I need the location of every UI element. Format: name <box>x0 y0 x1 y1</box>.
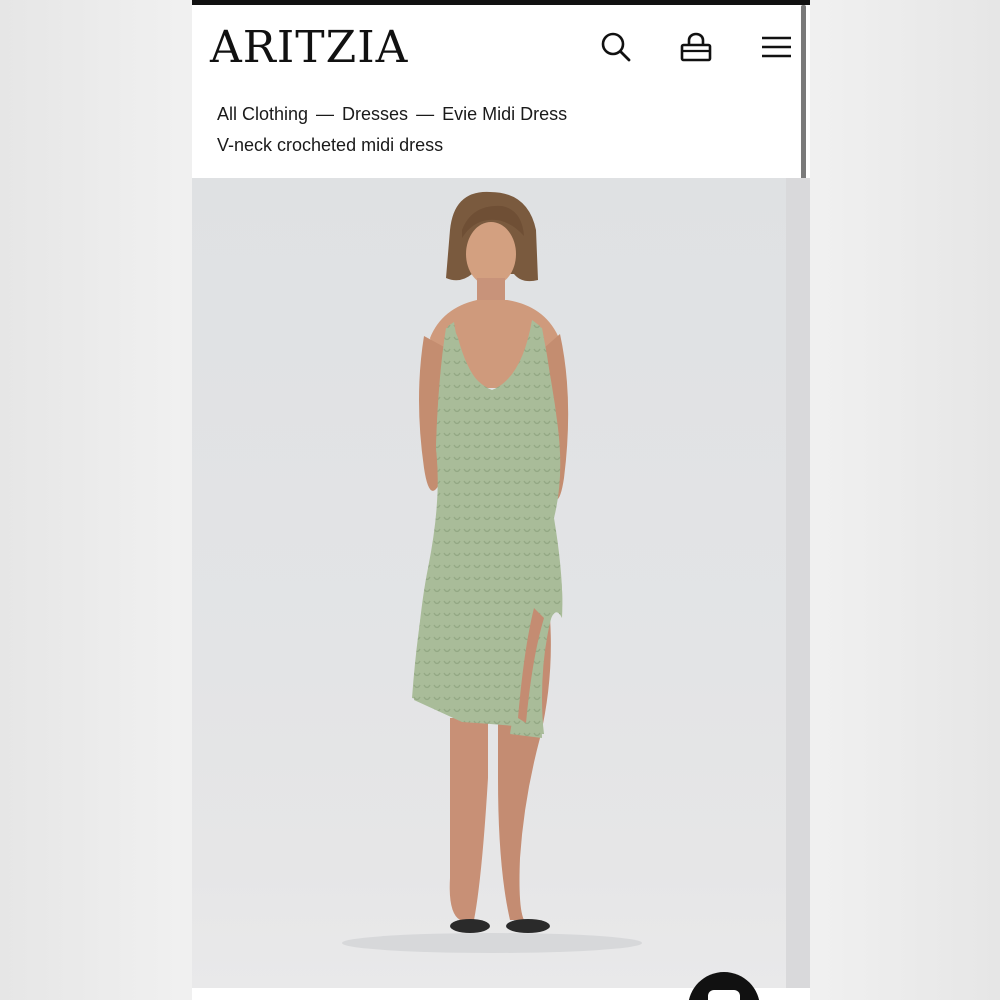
product-subtitle: V-neck crocheted midi dress <box>217 135 444 155</box>
model-photo <box>342 191 642 953</box>
breadcrumb-item-all-clothing[interactable]: All Clothing <box>217 104 308 125</box>
next-image-peek[interactable] <box>786 178 810 988</box>
mobile-viewport: ARITZIA All Clothing — Dresses — Evie Midi D… <box>192 0 810 1000</box>
hamburger-menu-icon <box>762 36 791 58</box>
breadcrumb-item-dresses[interactable]: Dresses <box>342 104 408 125</box>
breadcrumb-item-current: Evie Midi Dress <box>442 104 568 124</box>
breadcrumb: All Clothing — Dresses — Evie Midi Dress <box>217 104 567 125</box>
menu-button[interactable] <box>757 27 797 67</box>
chat-bubble-icon <box>708 990 740 1000</box>
breadcrumb-separator: — <box>316 104 335 124</box>
breadcrumb-separator: — <box>416 104 435 124</box>
brand-logo[interactable]: ARITZIA <box>210 23 408 73</box>
search-icon <box>601 32 631 62</box>
product-image[interactable] <box>192 178 786 988</box>
shopping-bag-button[interactable] <box>676 27 716 67</box>
site-header: ARITZIA <box>192 5 810 95</box>
shopping-bag-icon <box>680 32 712 62</box>
search-button[interactable] <box>596 27 636 67</box>
